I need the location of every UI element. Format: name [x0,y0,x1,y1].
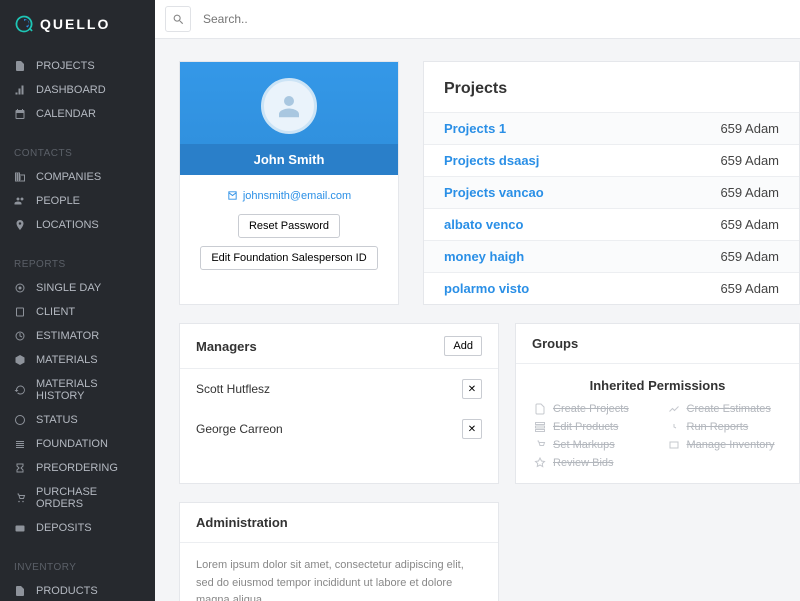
avatar [261,78,317,134]
add-manager-button[interactable]: Add [444,336,482,356]
sidebar-item-preordering[interactable]: PREORDERING [0,456,155,480]
topbar [155,0,800,39]
permission-item: Edit Products [534,421,648,433]
sidebar-item-people[interactable]: PEOPLE [0,189,155,213]
profile-card: John Smith johnsmith@email.com Reset Pas… [179,61,399,305]
edit-salesperson-id-button[interactable]: Edit Foundation Salesperson ID [200,246,377,270]
project-row[interactable]: money haigh 659 Adam [424,240,799,272]
admin-title: Administration [196,515,288,530]
permission-item: Manage Inventory [668,439,782,451]
permission-icon [668,439,680,451]
project-address: 659 Adam [720,217,779,232]
project-name[interactable]: money haigh [444,249,524,264]
sidebar-item-deposits[interactable]: DEPOSITS [0,516,155,540]
project-address: 659 Adam [720,185,779,200]
nav-heading-contacts: CONTACTS [0,138,155,165]
permission-icon [534,457,546,469]
permission-item: Review Bids [534,457,648,469]
permission-item: Create Estimates [668,403,782,415]
logo: QUELLO [0,0,155,48]
search-input[interactable] [199,6,790,32]
brand-text: QUELLO [40,16,110,32]
permission-icon [534,403,546,415]
project-name[interactable]: Projects 1 [444,121,506,136]
sidebar-item-projects[interactable]: PROJECTS [0,54,155,78]
sidebar: QUELLO PROJECTS DASHBOARD CALENDAR CONTA… [0,0,155,601]
sidebar-item-materials-history[interactable]: MATERIALS HISTORY [0,372,155,408]
project-address: 659 Adam [720,281,779,296]
manager-name: Scott Hutflesz [196,382,270,396]
projects-panel: Projects Projects 1659 AdamProjects dsaa… [423,61,800,305]
sidebar-item-products[interactable]: PRODUCTS [0,579,155,601]
manager-row: Scott Hutflesz ✕ [180,369,498,409]
sidebar-item-calendar[interactable]: CALENDAR [0,102,155,126]
project-row[interactable]: polarmo visto 659 Adam [424,272,799,304]
permission-item: Create Projects [534,403,648,415]
sidebar-item-locations[interactable]: LOCATIONS [0,213,155,237]
project-name[interactable]: Projects dsaasj [444,153,539,168]
manager-row: George Carreon ✕ [180,409,498,449]
project-row[interactable]: Projects vancao 659 Adam [424,176,799,208]
profile-name: John Smith [180,144,398,175]
sidebar-item-singleday[interactable]: SINGLE DAY [0,276,155,300]
managers-card: Managers Add Scott Hutflesz✕George Carre… [179,323,499,484]
remove-manager-button[interactable]: ✕ [462,379,482,399]
project-address: 659 Adam [720,121,779,136]
groups-title: Groups [532,336,578,351]
logo-icon [14,14,34,34]
inherited-permissions-title: Inherited Permissions [534,378,781,393]
project-name[interactable]: Projects vancao [444,185,544,200]
project-name[interactable]: albato venco [444,217,523,232]
admin-body: Lorem ipsum dolor sit amet, consectetur … [180,543,498,601]
sidebar-item-foundation[interactable]: FOUNDATION [0,432,155,456]
administration-card: Administration Lorem ipsum dolor sit ame… [179,502,499,601]
permission-item: Set Markups [534,439,648,451]
projects-title: Projects [424,62,799,112]
permission-item: Run Reports [668,421,782,433]
search-icon[interactable] [165,6,191,32]
permission-icon [534,421,546,433]
sidebar-item-status[interactable]: STATUS [0,408,155,432]
profile-email[interactable]: johnsmith@email.com [227,190,351,202]
reset-password-button[interactable]: Reset Password [238,214,340,238]
permission-icon [668,403,680,415]
permission-icon [668,421,680,433]
sidebar-item-purchase-orders[interactable]: PURCHASE ORDERS [0,480,155,516]
groups-card: Groups Inherited Permissions Create Proj… [515,323,800,484]
nav-heading-reports: REPORTS [0,249,155,276]
sidebar-item-dashboard[interactable]: DASHBOARD [0,78,155,102]
project-row[interactable]: Projects 1 659 Adam [424,112,799,144]
project-address: 659 Adam [720,249,779,264]
project-name[interactable]: polarmo visto [444,281,529,296]
managers-title: Managers [196,339,257,354]
project-address: 659 Adam [720,153,779,168]
sidebar-item-companies[interactable]: COMPANIES [0,165,155,189]
nav-heading-inventory: INVENTORY [0,552,155,579]
project-row[interactable]: albato venco 659 Adam [424,208,799,240]
sidebar-item-client[interactable]: CLIENT [0,300,155,324]
remove-manager-button[interactable]: ✕ [462,419,482,439]
sidebar-item-materials[interactable]: MATERIALS [0,348,155,372]
project-row[interactable]: Projects dsaasj 659 Adam [424,144,799,176]
manager-name: George Carreon [196,422,283,436]
sidebar-item-estimator[interactable]: ESTIMATOR [0,324,155,348]
mail-icon [227,190,238,201]
permission-icon [534,439,546,451]
